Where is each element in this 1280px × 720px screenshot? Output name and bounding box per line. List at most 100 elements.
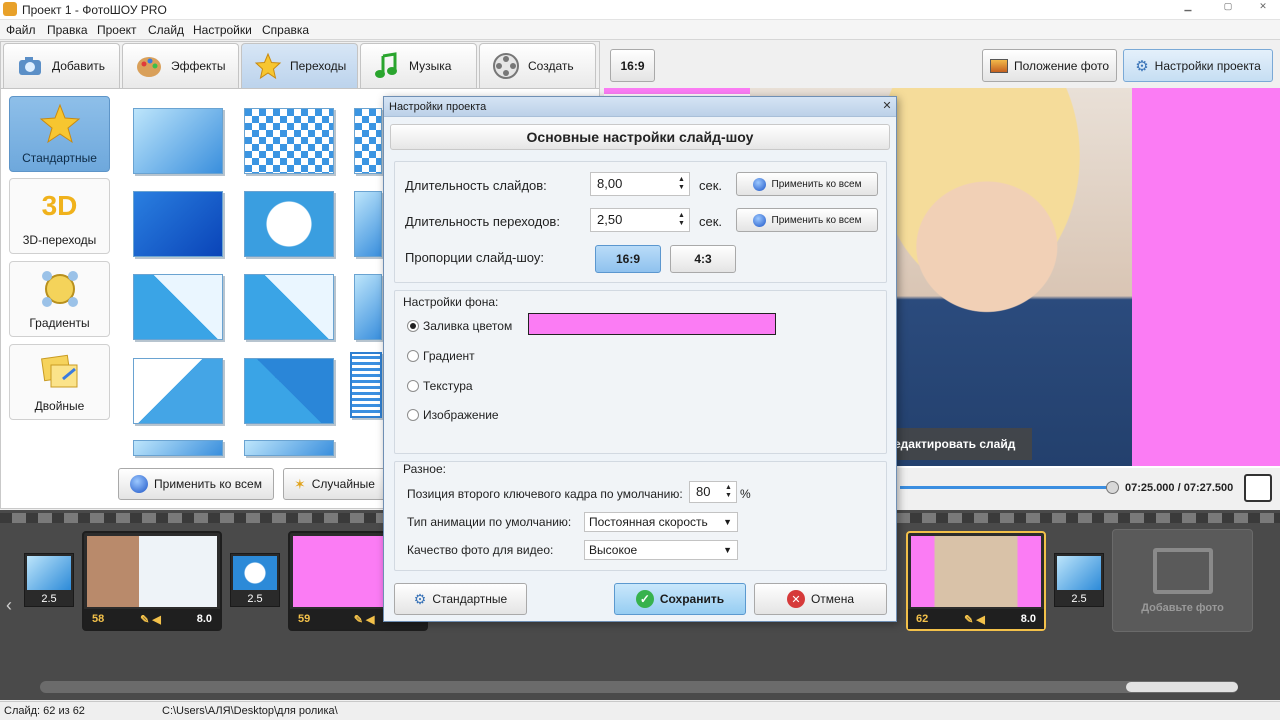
photo-quality-select[interactable]: Высокое ▼ — [584, 540, 738, 560]
chevron-down-icon: ▼ — [723, 517, 732, 527]
project-settings-dialog: Настройки проекта ✕ Основные настройки с… — [383, 96, 897, 622]
transition-thumb[interactable] — [244, 274, 334, 340]
aspect-ratio-button[interactable]: 16:9 — [610, 49, 655, 82]
slide-card-selected[interactable]: 62 ✎ ◀ 8.0 — [906, 531, 1046, 631]
tab-create[interactable]: Создать — [479, 43, 596, 88]
checkmark-icon: ✓ — [635, 590, 654, 608]
slide-info-bar: 58 ✎ ◀ 8.0 — [84, 609, 220, 629]
transition-thumb[interactable] — [133, 191, 223, 257]
tab-music[interactable]: Музыка — [360, 43, 477, 88]
star-icon — [254, 52, 282, 80]
scrollbar-thumb[interactable] — [1126, 682, 1238, 692]
category-standard[interactable]: Стандартные — [9, 96, 110, 172]
playback-progress[interactable] — [900, 486, 1112, 489]
tab-effects[interactable]: Эффекты — [122, 43, 239, 88]
radio-fill-color[interactable] — [407, 320, 419, 332]
transition-thumb[interactable] — [244, 440, 334, 456]
spinner-arrows-icon[interactable]: ▲ ▼ — [678, 176, 686, 192]
animation-type-label: Тип анимации по умолчанию: — [407, 515, 572, 529]
fill-color-swatch[interactable] — [528, 313, 776, 335]
menu-settings[interactable]: Настройки — [193, 23, 252, 37]
add-photo-tile[interactable]: Добавьте фото — [1112, 529, 1253, 632]
transition-thumb[interactable] — [354, 191, 382, 257]
defaults-button[interactable]: ⚙ Стандартные — [394, 583, 527, 615]
photo-quality-value: Высокое — [589, 543, 638, 557]
transition-thumb[interactable] — [354, 274, 382, 340]
keyframe-unit: % — [740, 487, 751, 501]
radio-texture[interactable] — [407, 380, 419, 392]
gradient-label: Градиент — [423, 349, 475, 363]
minimize-icon[interactable]: ▁ — [1175, 0, 1201, 12]
fullscreen-icon[interactable] — [1244, 474, 1272, 502]
menu-edit[interactable]: Правка — [47, 23, 88, 37]
slide-thumbnail — [911, 536, 1041, 607]
tab-add[interactable]: Добавить — [3, 43, 120, 88]
aspect-16-9-button[interactable]: 16:9 — [595, 245, 661, 273]
menu-file[interactable]: Файл — [6, 23, 36, 37]
spinner-arrows-icon[interactable]: ▲ ▼ — [725, 484, 733, 500]
apply-slide-duration-button[interactable]: Применить ко всем — [736, 172, 878, 196]
tab-add-label: Добавить — [52, 59, 106, 73]
edit-pencil-icon[interactable]: ✎ ◀ — [964, 613, 985, 626]
animation-type-select[interactable]: Постоянная скорость ▼ — [584, 512, 738, 532]
slide-card[interactable]: 58 ✎ ◀ 8.0 — [82, 531, 222, 631]
transition-duration-input[interactable]: 2,50 ▲ ▼ — [590, 208, 690, 232]
apply-transition-duration-button[interactable]: Применить ко всем — [736, 208, 878, 232]
horizontal-scrollbar[interactable] — [40, 681, 1238, 693]
radio-image[interactable] — [407, 409, 419, 421]
transition-preview — [27, 556, 71, 590]
transition-tile[interactable]: 2.5 — [1054, 553, 1104, 607]
scroll-left-icon[interactable]: ‹ — [6, 595, 12, 616]
edit-pencil-icon[interactable]: ✎ ◀ — [354, 613, 375, 626]
spinner-arrows-icon[interactable]: ▲ ▼ — [678, 212, 686, 228]
photo-position-button[interactable]: Положение фото — [982, 49, 1117, 82]
transition-duration-label: Длительность переходов: — [405, 214, 560, 229]
radio-gradient[interactable] — [407, 350, 419, 362]
transition-thumb[interactable] — [133, 440, 223, 456]
apply-to-all-button[interactable]: Применить ко всем — [118, 468, 274, 500]
slide-duration-input[interactable]: 8,00 ▲ ▼ — [590, 172, 690, 196]
image-placeholder-icon — [1152, 547, 1213, 594]
status-bar: Слайд: 62 из 62 C:\Users\АЛЯ\Desktop\для… — [0, 701, 1280, 720]
transition-thumb[interactable] — [133, 274, 223, 340]
transition-duration-value: 2,50 — [597, 212, 623, 227]
keyframe-input[interactable]: 80 ▲ ▼ — [689, 481, 737, 503]
category-double[interactable]: Двойные — [9, 344, 110, 420]
transition-thumb-selected[interactable] — [350, 352, 382, 418]
playback-handle[interactable] — [1106, 481, 1119, 494]
random-button[interactable]: ✶ Случайные — [283, 468, 393, 500]
close-icon[interactable]: ✕ — [880, 99, 894, 113]
category-gradients[interactable]: Градиенты — [9, 261, 110, 337]
image-label: Изображение — [423, 408, 499, 422]
save-button[interactable]: ✓ Сохранить — [614, 583, 746, 615]
defaults-label: Стандартные — [432, 592, 508, 606]
misc-title: Разное: — [403, 462, 446, 476]
category-3d[interactable]: 3D 3D-переходы — [9, 178, 110, 254]
tab-transitions[interactable]: Переходы — [241, 43, 358, 88]
transition-thumb[interactable] — [244, 108, 334, 174]
close-icon[interactable]: ✕ — [1250, 0, 1276, 12]
transition-thumb[interactable] — [244, 358, 334, 424]
apply-label: Применить ко всем — [771, 178, 862, 190]
chevron-down-icon: ▼ — [723, 545, 732, 555]
project-settings-button[interactable]: ⚙ Настройки проекта — [1123, 49, 1273, 82]
transition-thumb[interactable] — [244, 191, 334, 257]
photo-quality-label: Качество фото для видео: — [407, 543, 554, 557]
duration-group: Длительность слайдов: 8,00 ▲ ▼ сек. Приме… — [394, 161, 887, 283]
fill-color-label: Заливка цветом — [423, 319, 513, 333]
transition-thumb[interactable] — [133, 358, 223, 424]
slide-duration: 8.0 — [196, 613, 212, 625]
menu-help[interactable]: Справка — [262, 23, 309, 37]
cancel-button[interactable]: ✕ Отмена — [754, 583, 887, 615]
menu-project[interactable]: Проект — [97, 23, 137, 37]
texture-label: Текстура — [423, 379, 473, 393]
transition-thumb[interactable] — [354, 108, 382, 174]
aspect-4-3-button[interactable]: 4:3 — [670, 245, 736, 273]
transition-thumb[interactable] — [133, 108, 223, 174]
edit-slide-button[interactable]: едактировать слайд — [888, 428, 1032, 460]
transition-tile[interactable]: 2.5 — [24, 553, 74, 607]
maximize-icon[interactable]: ▢ — [1215, 0, 1241, 12]
edit-pencil-icon[interactable]: ✎ ◀ — [140, 613, 161, 626]
transition-tile[interactable]: 2.5 — [230, 553, 280, 607]
menu-slide[interactable]: Слайд — [148, 23, 184, 37]
